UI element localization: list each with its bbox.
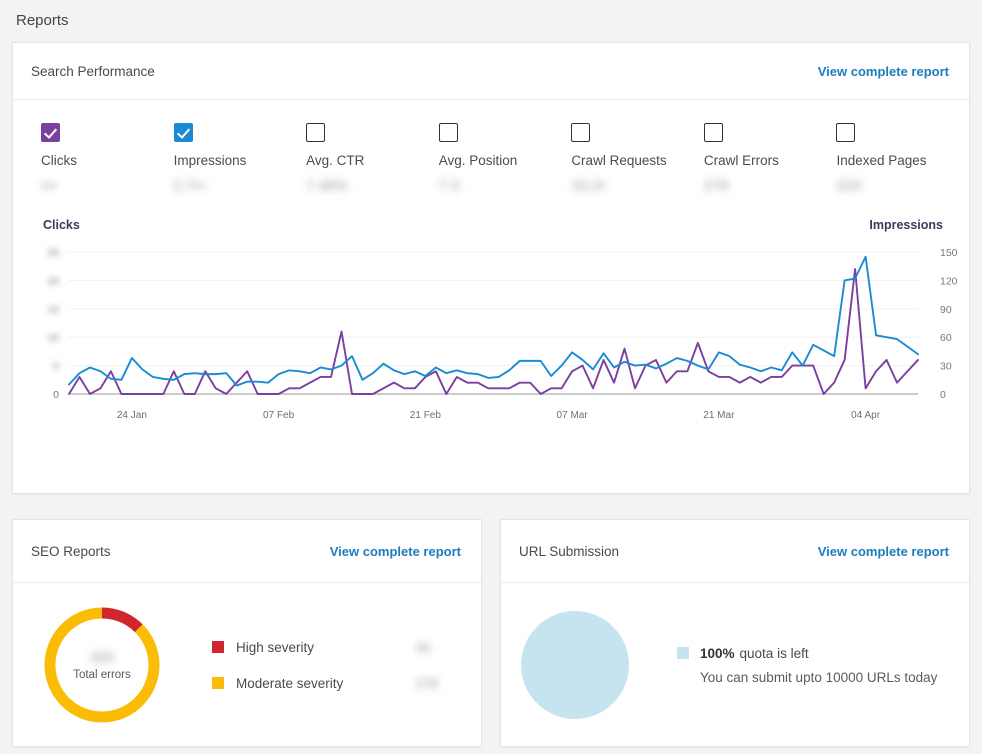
svg-text:15: 15 [47, 304, 59, 316]
svg-text:07 Feb: 07 Feb [263, 410, 295, 421]
search-performance-header: Search Performance View complete report [13, 43, 969, 100]
metric-clicks-label: Clicks [41, 153, 77, 168]
url-submission-title: URL Submission [519, 543, 620, 559]
metric-clicks[interactable]: Clicks ••• [41, 123, 174, 210]
seo-reports-header: SEO Reports View complete report [13, 520, 481, 583]
metric-clicks-value: ••• [41, 177, 58, 193]
checkbox-crawl-errors-icon[interactable] [703, 123, 723, 142]
high-severity-value: 40 [416, 639, 431, 655]
metric-avg-ctr-label: Avg. CTR [306, 153, 365, 168]
metric-indexed-pages[interactable]: Indexed Pages 223 [836, 123, 969, 210]
svg-text:07 Mar: 07 Mar [557, 410, 589, 421]
svg-text:04 Apr: 04 Apr [851, 410, 881, 421]
checkbox-avg-ctr-icon[interactable] [306, 123, 326, 142]
svg-text:21 Mar: 21 Mar [703, 410, 735, 421]
checkbox-crawl-requests-icon[interactable] [571, 123, 591, 142]
metric-avg-position-value: 7.3 [438, 177, 460, 193]
donut-total-value: 320 [90, 649, 114, 665]
metric-indexed-pages-label: Indexed Pages [836, 153, 927, 168]
svg-text:21 Feb: 21 Feb [410, 410, 442, 421]
quota-suffix: quota is left [739, 645, 809, 661]
chart-right-axis-title: Impressions [869, 218, 943, 232]
svg-text:0: 0 [53, 389, 59, 401]
svg-text:25: 25 [47, 247, 59, 259]
metric-impressions[interactable]: Impressions 2,7•• [173, 123, 307, 210]
donut-center-label: 320 Total errors [38, 601, 166, 729]
seo-reports-body: 320 Total errors High severity 40 Modera… [13, 583, 481, 747]
svg-text:60: 60 [940, 332, 952, 344]
metric-crawl-requests-label: Crawl Requests [571, 153, 667, 168]
legend-row-moderate-severity: Moderate severity 278 [212, 665, 462, 701]
donut-total-caption: Total errors [73, 669, 131, 681]
high-severity-swatch-icon [212, 641, 224, 653]
svg-text:0: 0 [940, 389, 946, 401]
metric-crawl-requests[interactable]: Crawl Requests 10,2• [571, 123, 704, 210]
url-submission-view-report-link[interactable]: View complete report [818, 544, 949, 559]
svg-text:5: 5 [53, 361, 59, 373]
moderate-severity-swatch-icon [212, 677, 224, 689]
metric-indexed-pages-value: 223 [836, 177, 862, 193]
chart-left-axis-title: Clicks [43, 218, 80, 232]
seo-reports-view-report-link[interactable]: View complete report [330, 544, 461, 559]
page-title: Reports [16, 12, 69, 29]
quota-info: 100% quota is left You can submit upto 10… [677, 646, 937, 685]
metric-avg-position-label: Avg. Position [438, 153, 518, 168]
metric-impressions-value: 2,7•• [173, 177, 206, 193]
checkbox-clicks-icon[interactable] [41, 123, 60, 142]
seo-errors-donut-chart: 320 Total errors [38, 601, 166, 729]
quota-legend-row: 100% quota is left [677, 646, 937, 661]
seo-reports-card: SEO Reports View complete report 320 Tot… [12, 519, 482, 747]
metric-avg-position[interactable]: Avg. Position 7.3 [438, 123, 572, 210]
metric-impressions-label: Impressions [173, 153, 247, 168]
search-performance-chart: Clicks Impressions 0 5 10 15 20 25 0 30 60 90 120 1… [13, 210, 969, 430]
svg-text:150: 150 [940, 247, 958, 259]
quota-pie-chart [521, 611, 629, 719]
url-submission-body: 100% quota is left You can submit upto 10… [501, 583, 969, 747]
svg-text:30: 30 [940, 361, 952, 373]
moderate-severity-value: 278 [416, 675, 438, 691]
checkbox-indexed-pages-icon[interactable] [836, 123, 856, 142]
metric-crawl-errors-value: 278 [703, 177, 729, 193]
metric-crawl-requests-value: 10,2• [571, 177, 606, 193]
metrics-row: Clicks ••• Impressions 2,7•• Avg. CTR 7.… [13, 100, 969, 210]
quota-swatch-icon [677, 647, 689, 659]
metric-avg-ctr-value: 7.46% [306, 177, 349, 193]
legend-row-high-severity: High severity 40 [212, 629, 462, 665]
search-performance-view-report-link[interactable]: View complete report [818, 64, 949, 79]
quota-detail-text: You can submit upto 10000 URLs today [700, 669, 938, 685]
svg-text:24 Jan: 24 Jan [117, 410, 147, 421]
url-submission-card: URL Submission View complete report 100%… [500, 519, 970, 747]
moderate-severity-label: Moderate severity [236, 675, 344, 691]
svg-text:10: 10 [47, 332, 59, 344]
svg-text:90: 90 [940, 304, 952, 316]
seo-reports-legend: High severity 40 Moderate severity 278 [212, 629, 462, 701]
high-severity-label: High severity [236, 639, 315, 655]
metric-crawl-errors-label: Crawl Errors [703, 153, 779, 168]
url-submission-header: URL Submission View complete report [501, 520, 969, 583]
svg-text:120: 120 [940, 275, 958, 287]
chart-canvas: 0 5 10 15 20 25 0 30 60 90 120 150 24 Jan 07 Feb 21 Fe… [47, 247, 958, 421]
search-performance-card: Search Performance View complete report … [12, 42, 970, 494]
quota-summary: 100% quota is left [700, 646, 809, 661]
seo-reports-title: SEO Reports [31, 543, 111, 559]
metric-crawl-errors[interactable]: Crawl Errors 278 [703, 123, 837, 210]
svg-text:20: 20 [47, 275, 59, 287]
checkbox-impressions-icon[interactable] [173, 123, 193, 142]
search-performance-title: Search Performance [31, 63, 155, 79]
checkbox-avg-position-icon[interactable] [438, 123, 458, 142]
quota-percent: 100% [700, 645, 735, 661]
bottom-cards-row: SEO Reports View complete report 320 Tot… [12, 519, 970, 747]
metric-avg-ctr[interactable]: Avg. CTR 7.46% [306, 123, 439, 210]
